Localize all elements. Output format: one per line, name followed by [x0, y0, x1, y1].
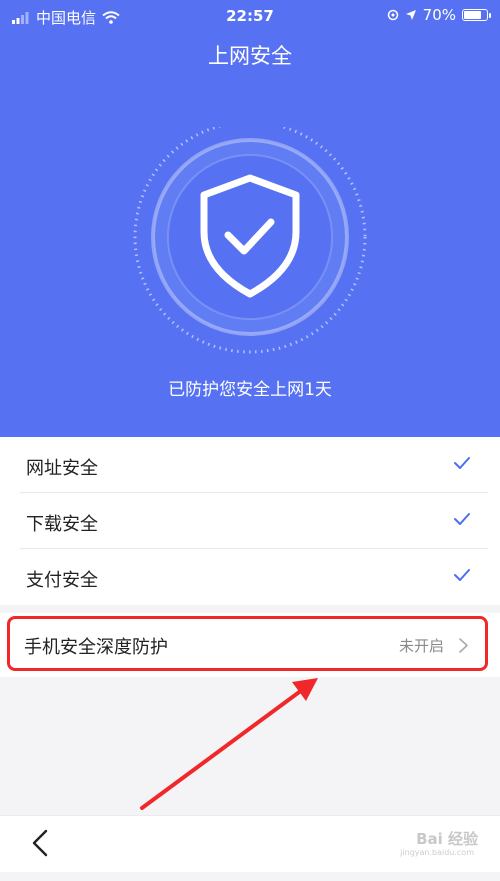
status-bar: 中国电信 22:57 70%	[0, 0, 500, 34]
list-item-download-security[interactable]: 下载安全	[0, 493, 500, 549]
list-item-label: 支付安全	[26, 570, 98, 591]
watermark-logo: Bai 经验	[416, 830, 478, 848]
battery-icon	[462, 9, 491, 21]
page-title: 上网安全	[208, 44, 292, 68]
bottom-nav-bar: Bai 经验 jingyan.baidu.com	[0, 815, 500, 872]
list-item-url-security[interactable]: 网址安全	[0, 437, 500, 493]
security-list: 网址安全 下载安全 支付安全	[0, 437, 500, 605]
list-item-label: 下载安全	[26, 514, 98, 535]
header-banner: 中国电信 22:57 70% 上网安全 已防护您安全上网1天	[0, 0, 500, 437]
check-icon	[454, 569, 470, 581]
check-icon	[454, 457, 470, 469]
protection-graphic	[125, 120, 375, 377]
battery-level	[464, 11, 481, 19]
list-item-label: 网址安全	[26, 458, 98, 479]
highlight-annotation-box	[7, 616, 488, 671]
shield-check-icon	[133, 120, 367, 354]
location-arrow-icon	[405, 10, 416, 20]
battery-percent: 70%	[422, 6, 456, 24]
list-item-payment-security[interactable]: 支付安全	[0, 549, 500, 605]
check-icon	[454, 513, 470, 525]
chevron-left-icon[interactable]	[30, 828, 50, 858]
watermark-url: jingyan.baidu.com	[400, 848, 474, 857]
orientation-lock-icon	[387, 9, 398, 21]
protection-status-text: 已防护您安全上网1天	[168, 380, 332, 400]
